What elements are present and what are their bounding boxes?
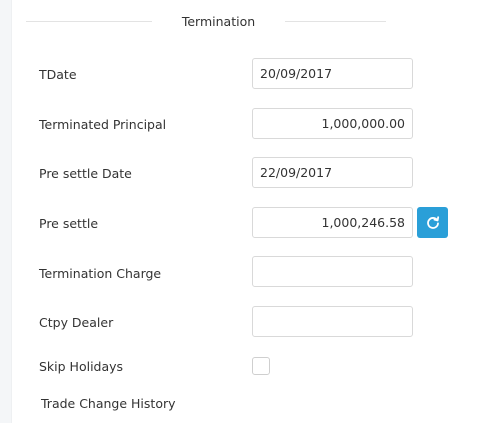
- ctpy-dealer-label: Ctpy Dealer: [39, 315, 114, 330]
- pre-settle-date-label: Pre settle Date: [39, 166, 132, 181]
- pre-settle-label: Pre settle: [39, 216, 99, 231]
- terminated-principal-label: Terminated Principal: [39, 117, 167, 132]
- refresh-icon: [426, 215, 440, 230]
- pre-settle-field[interactable]: 1,000,246.58: [252, 207, 413, 238]
- terminated-principal-field[interactable]: 1,000,000.00: [252, 108, 413, 139]
- header-divider-left: [26, 21, 152, 22]
- skip-holidays-checkbox[interactable]: [252, 357, 270, 375]
- pre-settle-date-field[interactable]: 22/09/2017: [252, 157, 413, 188]
- section-title: Termination: [181, 14, 256, 29]
- termination-section-header: Termination: [26, 8, 386, 36]
- termination-charge-label: Termination Charge: [39, 266, 162, 281]
- skip-holidays-label: Skip Holidays: [39, 359, 124, 374]
- header-divider-right: [285, 21, 386, 22]
- trade-change-history-link[interactable]: Trade Change History: [41, 396, 176, 412]
- termination-charge-field[interactable]: [252, 256, 413, 287]
- refresh-button[interactable]: [417, 207, 448, 238]
- ctpy-dealer-field[interactable]: [252, 306, 413, 337]
- tdate-field[interactable]: 20/09/2017: [252, 58, 413, 89]
- left-panel-edge: [0, 0, 12, 423]
- tdate-label: TDate: [39, 67, 77, 82]
